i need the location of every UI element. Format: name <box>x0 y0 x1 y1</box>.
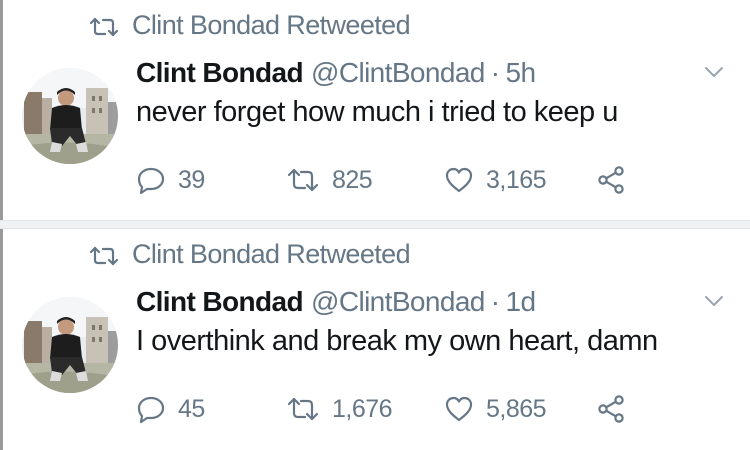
reply-count: 45 <box>178 394 205 423</box>
reply-button[interactable]: 45 <box>136 389 205 429</box>
display-name[interactable]: Clint Bondad <box>136 286 304 318</box>
avatar[interactable] <box>22 297 118 393</box>
retweet-context-label: Clint Bondad Retweeted <box>132 9 411 40</box>
share-button[interactable] <box>596 160 626 200</box>
display-name[interactable]: Clint Bondad <box>136 57 304 89</box>
tweet-actions: 45 1,676 5,865 <box>136 389 656 429</box>
header-separator: · <box>490 57 500 88</box>
heart-icon <box>444 166 474 194</box>
tweet-text: I overthink and break my own heart, damn <box>136 325 658 357</box>
tweet-divider <box>0 220 750 229</box>
like-button[interactable]: 5,865 <box>444 389 547 429</box>
retweet-count: 1,676 <box>332 394 393 423</box>
retweet-context-label: Clint Bondad Retweeted <box>132 238 411 269</box>
tweet-card[interactable]: Clint Bondad Retweeted Clint Bondad @Cli… <box>0 0 750 229</box>
like-button[interactable]: 3,165 <box>444 160 547 200</box>
share-icon <box>596 165 626 195</box>
reply-button[interactable]: 39 <box>136 160 205 200</box>
retweet-button[interactable]: 825 <box>286 160 373 200</box>
tweet-actions: 39 825 3,165 <box>136 160 656 200</box>
tweet-header: Clint Bondad @ClintBondad · 5h <box>136 54 537 92</box>
like-count: 3,165 <box>486 165 547 194</box>
retweet-context[interactable]: Clint Bondad Retweeted <box>88 237 411 271</box>
share-icon <box>596 394 626 424</box>
retweet-icon <box>88 14 120 37</box>
retweet-button[interactable]: 1,676 <box>286 389 393 429</box>
chevron-down-icon[interactable] <box>700 62 728 82</box>
tweet-text: never forget how much i tried to keep u <box>136 96 618 128</box>
user-handle[interactable]: @ClintBondad <box>311 286 485 318</box>
chevron-down-icon[interactable] <box>700 291 728 311</box>
retweet-icon <box>88 243 120 266</box>
share-button[interactable] <box>596 389 626 429</box>
heart-icon <box>444 395 474 423</box>
like-count: 5,865 <box>486 394 547 423</box>
user-handle[interactable]: @ClintBondad <box>311 57 485 89</box>
header-separator: · <box>490 286 500 317</box>
reply-icon <box>136 165 166 195</box>
retweet-icon <box>286 167 320 193</box>
tweet-card[interactable]: Clint Bondad Retweeted Clint Bondad @Cli… <box>0 229 750 449</box>
tweet-timestamp[interactable]: 1d <box>506 286 537 318</box>
retweet-icon <box>286 396 320 422</box>
tweet-header: Clint Bondad @ClintBondad · 1d <box>136 283 537 321</box>
retweet-context[interactable]: Clint Bondad Retweeted <box>88 8 411 42</box>
tweet-timestamp[interactable]: 5h <box>506 57 537 89</box>
avatar[interactable] <box>22 68 118 164</box>
reply-count: 39 <box>178 165 205 194</box>
reply-icon <box>136 394 166 424</box>
retweet-count: 825 <box>332 165 373 194</box>
